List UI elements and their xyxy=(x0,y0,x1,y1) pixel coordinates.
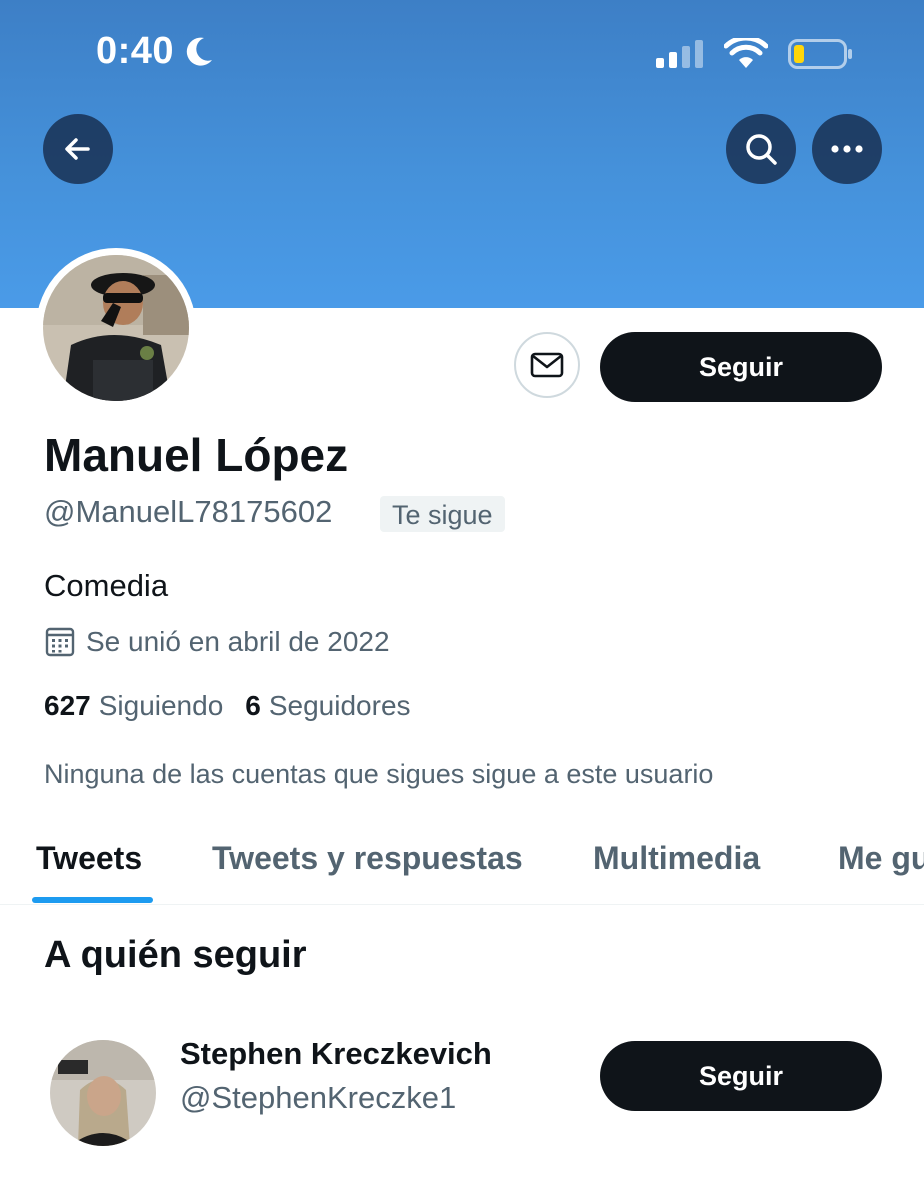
suggestion-avatar[interactable] xyxy=(50,1040,156,1146)
followers-link[interactable]: 6 Seguidores xyxy=(245,690,410,722)
profile-bio: Comedia xyxy=(44,568,169,603)
message-button[interactable] xyxy=(514,332,580,398)
status-bar-indicators xyxy=(656,38,854,70)
profile-avatar[interactable] xyxy=(36,248,196,408)
back-button[interactable] xyxy=(43,114,113,184)
search-icon xyxy=(746,134,777,165)
suggestion-handle: @StephenKreczke1 xyxy=(180,1080,457,1115)
calendar-icon xyxy=(45,627,75,657)
wifi-icon xyxy=(724,38,768,68)
follow-counts: 627 Siguiendo 6 Seguidores xyxy=(44,690,411,722)
tab-media[interactable]: Multimedia xyxy=(593,840,760,877)
search-button[interactable] xyxy=(726,114,796,184)
envelope-icon xyxy=(530,352,564,378)
suggestion-follow-button[interactable]: Seguir xyxy=(600,1041,882,1111)
more-options-button[interactable] xyxy=(812,114,882,184)
tab-likes[interactable]: Me gu xyxy=(838,840,924,877)
avatar-image xyxy=(43,255,189,401)
moon-icon xyxy=(186,37,213,66)
follow-button[interactable]: Seguir xyxy=(600,332,882,402)
mutual-followers-note: Ninguna de las cuentas que sigues sigue … xyxy=(44,759,714,789)
follows-you-badge: Te sigue xyxy=(380,496,505,532)
active-tab-indicator xyxy=(32,897,153,903)
tab-tweets[interactable]: Tweets xyxy=(36,840,142,877)
suggestion-name[interactable]: Stephen Kreczkevich xyxy=(180,1036,492,1072)
joined-text: Se unió en abril de 2022 xyxy=(86,626,390,657)
profile-tabs: Tweets Tweets y respuestas Multimedia Me… xyxy=(0,836,924,905)
status-bar-time: 0:40 xyxy=(96,30,214,73)
following-link[interactable]: 627 Siguiendo xyxy=(44,690,223,722)
cellular-signal-icon xyxy=(656,40,703,68)
profile-handle: @ManuelL78175602 xyxy=(44,494,333,529)
tab-tweets-replies[interactable]: Tweets y respuestas xyxy=(212,840,523,877)
who-to-follow-title: A quién seguir xyxy=(44,934,307,976)
back-arrow-icon xyxy=(65,138,90,160)
battery-icon xyxy=(788,39,852,69)
more-icon xyxy=(831,145,863,153)
profile-name: Manuel López xyxy=(44,429,349,481)
joined-date: Se unió en abril de 2022 xyxy=(44,626,390,658)
